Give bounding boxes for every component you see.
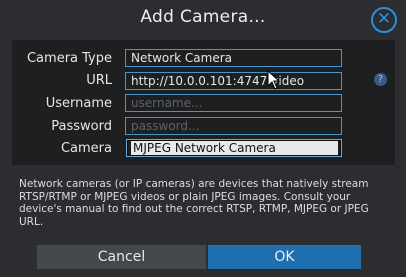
- mouse-cursor-icon: [267, 70, 280, 90]
- username-field[interactable]: [125, 94, 342, 112]
- url-label: URL: [86, 73, 112, 88]
- username-input[interactable]: [131, 95, 341, 111]
- cancel-button[interactable]: Cancel: [37, 245, 206, 269]
- camera-select-value: MJPEG Network Camera: [131, 141, 338, 155]
- camera-select[interactable]: MJPEG Network Camera: [126, 139, 342, 157]
- password-input[interactable]: [131, 118, 341, 134]
- url-input[interactable]: [131, 73, 341, 89]
- help-icon[interactable]: ?: [374, 73, 387, 86]
- camera-label: Camera: [60, 141, 112, 156]
- password-field[interactable]: [125, 117, 342, 135]
- dialog-title: Add Camera...: [140, 7, 266, 27]
- camera-type-field[interactable]: [125, 49, 342, 67]
- description-text: Network cameras (or IP cameras) are devi…: [19, 178, 369, 228]
- close-icon: ✕: [376, 9, 392, 29]
- password-label: Password: [51, 119, 112, 134]
- close-button[interactable]: ✕: [371, 7, 397, 33]
- username-label: Username: [45, 96, 112, 111]
- ok-button[interactable]: OK: [208, 245, 361, 269]
- camera-type-input[interactable]: [131, 50, 341, 66]
- camera-type-label: Camera Type: [26, 51, 112, 66]
- url-field[interactable]: [125, 72, 342, 90]
